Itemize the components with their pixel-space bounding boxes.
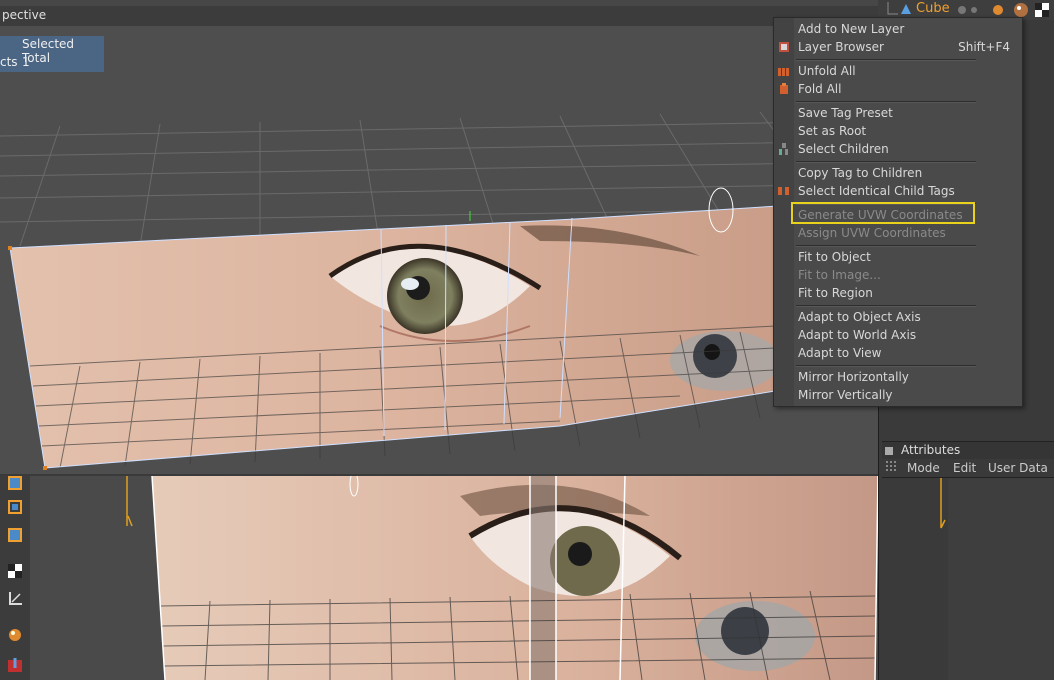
- selection-info-row-value: 1: [22, 55, 30, 69]
- selection-info-header: Selected Total: [22, 37, 75, 65]
- layer-browser-icon: [779, 42, 789, 52]
- left-toolbar: [0, 476, 31, 680]
- sculpt-button[interactable]: [4, 624, 26, 646]
- menu-separator: [796, 305, 976, 307]
- selection-info-box: Selected Total cts 1: [0, 36, 104, 72]
- attributes-menu-user-data[interactable]: User Data: [988, 461, 1048, 475]
- model-mode-button[interactable]: [4, 472, 26, 494]
- menu-item-assign-uvw-coordinates[interactable]: Assign UVW Coordinates: [798, 224, 946, 242]
- model-mode-icon: [8, 476, 22, 490]
- fold-all-icon: [780, 83, 788, 94]
- menu-item-adapt-to-world-axis[interactable]: Adapt to World Axis: [798, 326, 916, 344]
- shortcut-layer-browser: Shift+F4: [958, 40, 1010, 54]
- menu-item-mirror-vertically[interactable]: Mirror Vertically: [798, 386, 893, 404]
- points-mode-button[interactable]: [4, 496, 26, 518]
- points-mode-icon: [8, 500, 22, 514]
- sculpt-icon: [9, 629, 21, 641]
- menu-separator: [796, 245, 976, 247]
- texture-mode-button[interactable]: [4, 560, 26, 582]
- paint-icon: [8, 658, 22, 672]
- axis-icon: [9, 592, 22, 605]
- attributes-title: Attributes: [901, 443, 961, 457]
- attributes-body: [948, 478, 1054, 680]
- menu-item-save-tag-preset[interactable]: Save Tag Preset: [798, 104, 893, 122]
- viewport-menu-bar: pective: [0, 6, 880, 27]
- object-name[interactable]: Cube: [916, 1, 950, 16]
- edges-mode-icon: [8, 528, 22, 542]
- menu-item-add-to-new-layer[interactable]: Add to New Layer: [798, 20, 904, 38]
- select-children-icon: [779, 143, 788, 155]
- menu-item-fold-all[interactable]: Fold All: [798, 80, 841, 98]
- menu-item-adapt-to-object-axis[interactable]: Adapt to Object Axis: [798, 308, 921, 326]
- menu-separator: [796, 59, 976, 61]
- phong-tag-icon: [993, 5, 1003, 15]
- menu-item-select-children[interactable]: Select Children: [798, 140, 889, 158]
- attributes-menu-mode[interactable]: Mode: [907, 461, 940, 475]
- menu-item-copy-tag-to-children[interactable]: Copy Tag to Children: [798, 164, 922, 182]
- attributes-header: Attributes: [882, 441, 1054, 459]
- unfold-all-icon: [778, 68, 789, 76]
- secondary-viewport[interactable]: [30, 476, 878, 680]
- menu-separator: [796, 161, 976, 163]
- select-identical-child-tags-icon: [778, 187, 789, 195]
- paint-button[interactable]: [4, 654, 26, 676]
- menu-item-fit-to-image[interactable]: Fit to Image...: [798, 266, 881, 284]
- checkerboard-icon: [8, 564, 22, 578]
- visibility-dot-icon: [958, 6, 966, 14]
- menu-item-select-identical-child-tags[interactable]: Select Identical Child Tags: [798, 182, 955, 200]
- menu-separator: [796, 365, 976, 367]
- menu-item-unfold-all[interactable]: Unfold All: [798, 62, 856, 80]
- menu-separator: [796, 101, 976, 103]
- menu-item-adapt-to-view[interactable]: Adapt to View: [798, 344, 881, 362]
- grip-icon[interactable]: [886, 461, 900, 475]
- cube-icon: [901, 4, 911, 14]
- selection-info-row-label: cts: [0, 55, 18, 69]
- menu-item-fit-to-region[interactable]: Fit to Region: [798, 284, 873, 302]
- viewport-scene: [0, 111, 878, 470]
- material-tag-icon: [1014, 3, 1028, 17]
- menu-item-mirror-horizontally[interactable]: Mirror Horizontally: [798, 368, 909, 386]
- menu-item-set-as-root[interactable]: Set as Root: [798, 122, 866, 140]
- workplane-button[interactable]: [4, 588, 26, 610]
- attributes-panel-icon: [885, 447, 893, 455]
- secondary-viewport-scene: [30, 476, 878, 680]
- edges-mode-button[interactable]: [4, 524, 26, 546]
- menu-item-fit-to-object[interactable]: Fit to Object: [798, 248, 871, 266]
- viewport-title[interactable]: pective: [2, 8, 46, 22]
- attributes-menu-edit[interactable]: Edit: [953, 461, 976, 475]
- perspective-viewport[interactable]: [0, 26, 878, 474]
- attributes-menu-bar: Mode Edit User Data: [882, 459, 1054, 478]
- menu-item-layer-browser[interactable]: Layer Browser: [798, 38, 884, 56]
- highlight-box: [791, 202, 975, 224]
